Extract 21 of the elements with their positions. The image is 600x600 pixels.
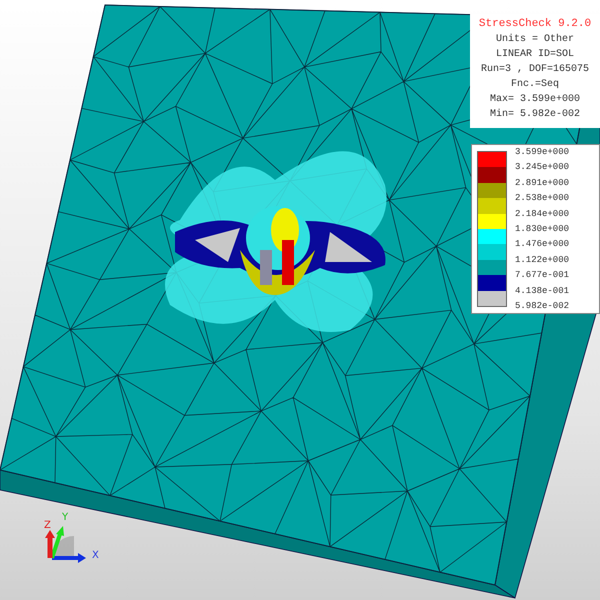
result-info-line: Min= 5.982e-002	[488, 108, 581, 122]
z-axis-label: Z	[44, 520, 51, 531]
result-info-line: Units = Other	[494, 32, 575, 47]
x-axis-label: X	[92, 550, 99, 561]
legend-value-label: 1.476e+000	[515, 238, 570, 252]
y-axis-label: Y	[62, 512, 68, 523]
legend-value-label: 3.245e+000	[515, 161, 570, 174]
legend-value-label: 5.982e-002	[515, 300, 570, 313]
result-info-line: Fnc.=Seq	[510, 78, 560, 92]
legend-value-label: 2.891e+000	[515, 176, 570, 190]
app-version-title: StressCheck 9.2.0	[478, 17, 592, 32]
result-info-line: Max= 3.599e+000	[488, 93, 581, 107]
legend-value-label: 2.538e+000	[515, 192, 570, 206]
legend-value-label: 1.830e+000	[515, 222, 570, 236]
legend-value-label: 4.138e-001	[515, 284, 570, 298]
result-info-line: LINEAR ID=SOL	[494, 48, 575, 62]
legend-value-label: 2.184e+000	[515, 208, 570, 221]
legend-value-label: 1.122e+000	[515, 254, 570, 267]
legend-value-label: 3.599e+000	[515, 146, 570, 159]
legend-value-label: 7.677e-001	[515, 269, 570, 282]
result-info-line: Run=3 , DOF=165075	[480, 63, 590, 77]
